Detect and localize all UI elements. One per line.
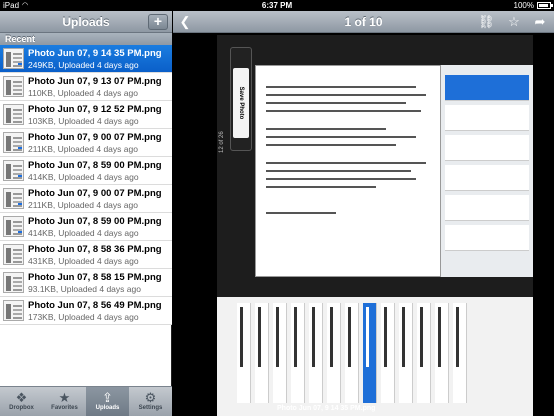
tab-label: Uploads <box>95 405 120 411</box>
file-row[interactable]: Photo Jun 07, 9 13 07 PM.png 110KB, Uplo… <box>0 73 172 101</box>
file-row[interactable]: Photo Jun 07, 8 59 00 PM.png 414KB, Uplo… <box>0 157 172 185</box>
file-row[interactable]: Photo Jun 07, 9 00 07 PM.png 211KB, Uplo… <box>0 185 172 213</box>
file-meta: 110KB, Uploaded 4 days ago <box>28 88 138 98</box>
document-preview <box>255 65 441 277</box>
file-name: Photo Jun 07, 9 00 07 PM.png <box>28 132 162 143</box>
tab-dropbox[interactable]: ❖ Dropbox <box>0 387 43 416</box>
tab-label: Dropbox <box>9 405 34 411</box>
file-thumbnail <box>3 216 24 237</box>
tab-label: Favorites <box>51 405 78 411</box>
comment-strip <box>441 65 533 277</box>
file-name: Photo Jun 07, 9 12 52 PM.png <box>28 104 162 115</box>
file-meta: 431KB, Uploaded 4 days ago <box>28 256 139 266</box>
gear-icon: ⚙ <box>144 390 157 405</box>
file-meta: 211KB, Uploaded 4 days ago <box>28 200 138 210</box>
file-list: Photo Jun 07, 9 14 35 PM.png 249KB, Uplo… <box>0 45 172 325</box>
dropbox-icon: ❖ <box>15 390 28 405</box>
file-row[interactable]: Photo Jun 07, 8 58 15 PM.png 93.1KB, Upl… <box>0 269 172 297</box>
file-name: Photo Jun 07, 8 59 00 PM.png <box>28 216 162 227</box>
file-thumbnail <box>3 272 24 293</box>
tab-bar: ❖ Dropbox ★ Favorites ⇪ Uploads ⚙ Settin… <box>0 386 172 416</box>
link-icon[interactable]: ⛓ <box>478 14 495 30</box>
file-thumbnail <box>3 76 24 97</box>
file-name: Photo Jun 07, 8 59 00 PM.png <box>28 160 162 171</box>
file-name: Photo Jun 07, 8 58 36 PM.png <box>28 244 162 255</box>
file-name: Photo Jun 07, 9 14 35 PM.png <box>28 48 162 59</box>
uploads-title: Uploads <box>62 15 110 29</box>
file-thumbnail <box>3 244 24 265</box>
save-photo-label: Save Photo <box>238 86 244 120</box>
preview-pane: ❮ 1 of 10 ⛓ ☆ ➦ Save Photo 12 of 26 Phot… <box>173 11 554 416</box>
upload-icon: ⇪ <box>102 390 113 405</box>
tab-label: Settings <box>138 405 163 411</box>
file-thumbnail <box>3 104 24 125</box>
preview-caption: Photo Jun 07, 9 14 35 PM.png <box>277 405 376 412</box>
file-thumbnail <box>3 132 24 153</box>
section-header-recent: Recent <box>0 33 172 45</box>
file-name: Photo Jun 07, 9 00 07 PM.png <box>28 188 162 199</box>
save-photo-button[interactable]: Save Photo <box>233 68 249 138</box>
file-meta: 93.1KB, Uploaded 4 days ago <box>28 284 141 294</box>
star-icon: ★ <box>58 390 71 405</box>
uploads-nav-bar: Uploads + <box>0 11 172 33</box>
file-thumbnail <box>3 48 24 69</box>
photo-preview[interactable]: Save Photo 12 of 26 Photo Jun 07, 9 14 3… <box>217 35 533 416</box>
tab-settings[interactable]: ⚙ Settings <box>129 387 172 416</box>
file-meta: 249KB, Uploaded 4 days ago <box>28 60 139 70</box>
file-meta: 211KB, Uploaded 4 days ago <box>28 144 138 154</box>
file-meta: 414KB, Uploaded 4 days ago <box>28 228 139 238</box>
clock: 6:37 PM <box>261 1 293 10</box>
save-photo-popup: Save Photo <box>230 47 252 151</box>
star-icon[interactable]: ☆ <box>506 14 522 30</box>
file-meta: 173KB, Uploaded 4 days ago <box>28 312 139 322</box>
file-row[interactable]: Photo Jun 07, 9 00 07 PM.png 211KB, Uplo… <box>0 129 172 157</box>
tab-uploads[interactable]: ⇪ Uploads <box>86 387 129 416</box>
file-name: Photo Jun 07, 8 58 15 PM.png <box>28 272 162 283</box>
page-count-label: 12 of 26 <box>219 131 225 153</box>
tab-favorites[interactable]: ★ Favorites <box>43 387 86 416</box>
file-thumbnail <box>3 188 24 209</box>
page-indicator: 1 of 10 <box>344 15 383 29</box>
file-meta: 103KB, Uploaded 4 days ago <box>28 116 139 126</box>
preview-nav-bar: ❮ 1 of 10 ⛓ ☆ ➦ <box>173 11 554 33</box>
status-bar: iPad ◠ 6:37 PM 100% <box>0 0 554 11</box>
uploads-pane: Uploads + Recent Photo Jun 07, 9 14 35 P… <box>0 11 172 416</box>
file-row[interactable]: Photo Jun 07, 8 58 36 PM.png 431KB, Uplo… <box>0 241 172 269</box>
file-thumbnail <box>3 300 24 321</box>
add-button[interactable]: + <box>148 14 168 30</box>
rotated-file-list: Photo Jun 07, 9 14 35 PM.png <box>217 297 533 416</box>
file-row[interactable]: Photo Jun 07, 9 14 35 PM.png 249KB, Uplo… <box>0 45 172 73</box>
share-icon[interactable]: ➦ <box>532 14 548 30</box>
file-row[interactable]: Photo Jun 07, 8 59 00 PM.png 414KB, Uplo… <box>0 213 172 241</box>
battery-percent: 100% <box>513 1 534 10</box>
file-row[interactable]: Photo Jun 07, 8 56 49 PM.png 173KB, Uplo… <box>0 297 172 325</box>
file-row[interactable]: Photo Jun 07, 9 12 52 PM.png 103KB, Uplo… <box>0 101 172 129</box>
file-name: Photo Jun 07, 9 13 07 PM.png <box>28 76 162 87</box>
file-meta: 414KB, Uploaded 4 days ago <box>28 172 139 182</box>
battery-icon <box>537 2 553 9</box>
file-thumbnail <box>3 160 24 181</box>
file-name: Photo Jun 07, 8 56 49 PM.png <box>28 300 162 311</box>
